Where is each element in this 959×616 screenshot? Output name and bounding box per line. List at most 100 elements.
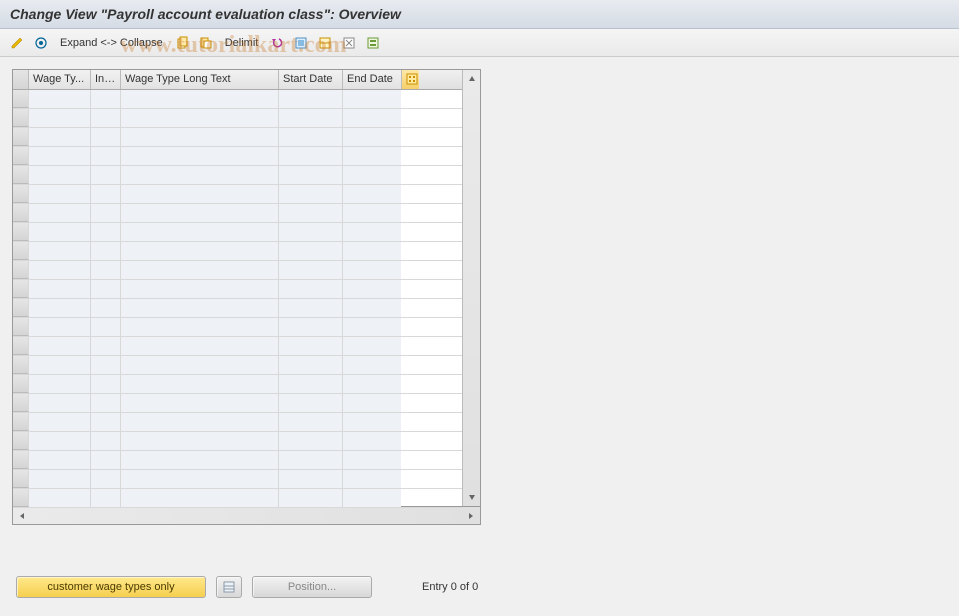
cell-start-date[interactable]: [279, 318, 343, 336]
cell-inf[interactable]: [91, 318, 121, 336]
cell-long-text[interactable]: [121, 166, 279, 184]
cell-long-text[interactable]: [121, 432, 279, 450]
cell-inf[interactable]: [91, 394, 121, 412]
cell-end-date[interactable]: [343, 375, 401, 393]
cell-start-date[interactable]: [279, 489, 343, 507]
cell-long-text[interactable]: [121, 394, 279, 412]
cell-inf[interactable]: [91, 90, 121, 108]
column-header-inf[interactable]: Inf...: [91, 70, 121, 89]
row-selector[interactable]: [13, 489, 29, 507]
cell-wage-type[interactable]: [29, 128, 91, 146]
cell-wage-type[interactable]: [29, 90, 91, 108]
cell-start-date[interactable]: [279, 185, 343, 203]
cell-inf[interactable]: [91, 299, 121, 317]
row-selector[interactable]: [13, 470, 29, 488]
row-selector[interactable]: [13, 128, 29, 146]
cell-long-text[interactable]: [121, 90, 279, 108]
vertical-scrollbar[interactable]: [462, 70, 480, 506]
cell-wage-type[interactable]: [29, 242, 91, 260]
cell-inf[interactable]: [91, 356, 121, 374]
cell-inf[interactable]: [91, 128, 121, 146]
cell-inf[interactable]: [91, 375, 121, 393]
cell-inf[interactable]: [91, 147, 121, 165]
expand-collapse-button[interactable]: Expand <-> Collapse: [56, 37, 167, 49]
cell-inf[interactable]: [91, 451, 121, 469]
cell-inf[interactable]: [91, 337, 121, 355]
cell-inf[interactable]: [91, 280, 121, 298]
scroll-right-icon[interactable]: [464, 509, 478, 523]
cell-wage-type[interactable]: [29, 356, 91, 374]
row-selector[interactable]: [13, 337, 29, 355]
cell-wage-type[interactable]: [29, 451, 91, 469]
cell-start-date[interactable]: [279, 109, 343, 127]
table-config-icon[interactable]: [401, 70, 419, 89]
cell-long-text[interactable]: [121, 147, 279, 165]
row-selector[interactable]: [13, 432, 29, 450]
cell-start-date[interactable]: [279, 356, 343, 374]
cell-inf[interactable]: [91, 242, 121, 260]
cell-long-text[interactable]: [121, 299, 279, 317]
cell-end-date[interactable]: [343, 90, 401, 108]
cell-long-text[interactable]: [121, 451, 279, 469]
cell-inf[interactable]: [91, 204, 121, 222]
select-all-icon[interactable]: [292, 34, 310, 52]
cell-start-date[interactable]: [279, 242, 343, 260]
cell-start-date[interactable]: [279, 394, 343, 412]
position-icon-button[interactable]: [216, 576, 242, 598]
row-selector[interactable]: [13, 166, 29, 184]
cell-end-date[interactable]: [343, 166, 401, 184]
cell-wage-type[interactable]: [29, 318, 91, 336]
cell-start-date[interactable]: [279, 413, 343, 431]
cell-long-text[interactable]: [121, 375, 279, 393]
cell-start-date[interactable]: [279, 299, 343, 317]
cell-start-date[interactable]: [279, 470, 343, 488]
cell-long-text[interactable]: [121, 337, 279, 355]
cell-end-date[interactable]: [343, 489, 401, 507]
cell-long-text[interactable]: [121, 413, 279, 431]
cell-wage-type[interactable]: [29, 147, 91, 165]
cell-long-text[interactable]: [121, 109, 279, 127]
scroll-up-icon[interactable]: [465, 72, 479, 86]
row-selector[interactable]: [13, 356, 29, 374]
cell-start-date[interactable]: [279, 432, 343, 450]
cell-start-date[interactable]: [279, 337, 343, 355]
cell-end-date[interactable]: [343, 318, 401, 336]
cell-long-text[interactable]: [121, 280, 279, 298]
select-block-icon[interactable]: [316, 34, 334, 52]
cell-long-text[interactable]: [121, 242, 279, 260]
cell-end-date[interactable]: [343, 109, 401, 127]
cell-inf[interactable]: [91, 470, 121, 488]
cell-end-date[interactable]: [343, 356, 401, 374]
cell-end-date[interactable]: [343, 128, 401, 146]
cell-start-date[interactable]: [279, 204, 343, 222]
cell-wage-type[interactable]: [29, 223, 91, 241]
cell-end-date[interactable]: [343, 204, 401, 222]
cell-wage-type[interactable]: [29, 375, 91, 393]
cell-long-text[interactable]: [121, 204, 279, 222]
scroll-down-icon[interactable]: [465, 490, 479, 504]
column-header-end-date[interactable]: End Date: [343, 70, 401, 89]
cell-end-date[interactable]: [343, 261, 401, 279]
cell-wage-type[interactable]: [29, 299, 91, 317]
row-selector[interactable]: [13, 413, 29, 431]
row-selector[interactable]: [13, 299, 29, 317]
column-header-long-text[interactable]: Wage Type Long Text: [121, 70, 279, 89]
cell-wage-type[interactable]: [29, 185, 91, 203]
cell-wage-type[interactable]: [29, 204, 91, 222]
cell-wage-type[interactable]: [29, 432, 91, 450]
cell-start-date[interactable]: [279, 451, 343, 469]
cell-end-date[interactable]: [343, 185, 401, 203]
scroll-left-icon[interactable]: [15, 509, 29, 523]
cell-long-text[interactable]: [121, 128, 279, 146]
cell-inf[interactable]: [91, 109, 121, 127]
delimit-button[interactable]: Delimit: [221, 37, 263, 49]
cell-wage-type[interactable]: [29, 470, 91, 488]
cell-end-date[interactable]: [343, 147, 401, 165]
cell-end-date[interactable]: [343, 451, 401, 469]
select-icon[interactable]: [32, 34, 50, 52]
row-selector[interactable]: [13, 375, 29, 393]
cell-long-text[interactable]: [121, 185, 279, 203]
row-selector[interactable]: [13, 204, 29, 222]
cell-wage-type[interactable]: [29, 337, 91, 355]
cell-wage-type[interactable]: [29, 261, 91, 279]
